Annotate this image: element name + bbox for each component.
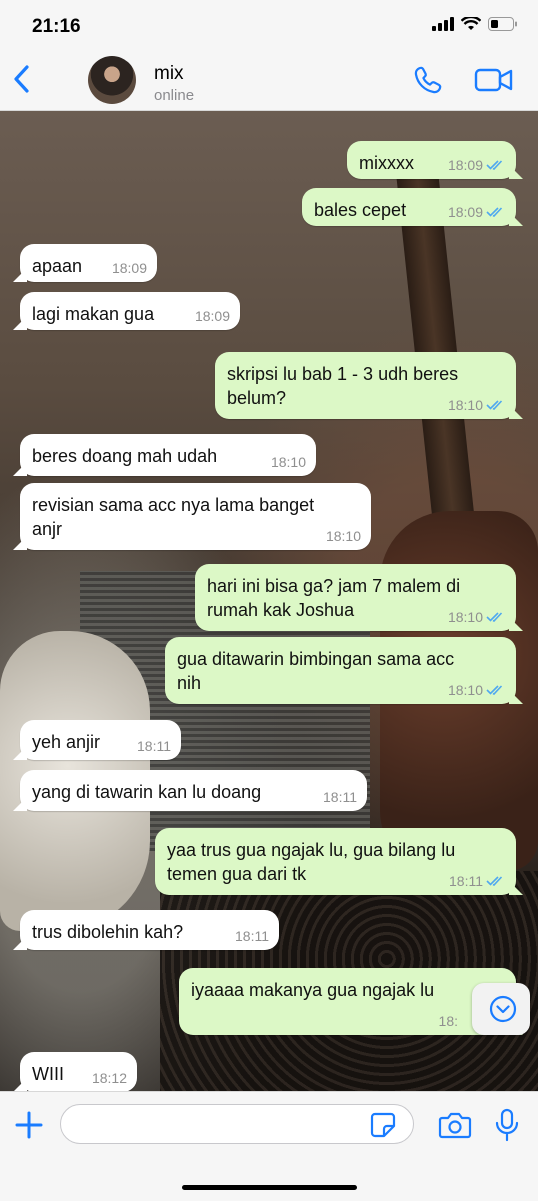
- status-time: 21:16: [32, 16, 81, 37]
- message-text: revisian sama acc nya lama banget anjr: [32, 495, 315, 539]
- message-meta: 18:09: [195, 308, 230, 324]
- message-input-bar: [0, 1091, 538, 1201]
- message-text: apaan: [32, 256, 83, 276]
- battery-icon: [488, 17, 517, 31]
- message-bubble[interactable]: yaa trus gua ngajak lu, gua bilang lu tem…: [155, 828, 516, 895]
- plus-icon[interactable]: [14, 1110, 44, 1140]
- message-time: 18:09: [447, 204, 483, 220]
- message-bubble[interactable]: iyaaaa makanya gua ngajak lu 18:: [179, 968, 516, 1035]
- message-time: 18:10: [325, 528, 361, 544]
- message-text: yang di tawarin kan lu doang: [32, 782, 262, 802]
- message-time: 18:10: [270, 454, 306, 470]
- message-text: yeh anjir: [32, 732, 101, 752]
- double-check-icon: [486, 685, 503, 695]
- message-bubble[interactable]: trus dibolehin kah? 18:11: [20, 910, 279, 950]
- message-bubble[interactable]: revisian sama acc nya lama banget anjr 18…: [20, 483, 371, 550]
- signal-icon: [432, 17, 454, 31]
- message-text: mixxxx: [359, 153, 414, 173]
- message-text: beres doang mah udah: [32, 446, 218, 466]
- message-text: WIII: [32, 1064, 64, 1084]
- message-text: bales cepet: [314, 200, 407, 220]
- message-meta: 18:: [439, 1013, 458, 1029]
- message-meta: 18:11: [449, 873, 506, 889]
- home-indicator: [182, 1185, 357, 1190]
- message-bubble[interactable]: apaan 18:09: [20, 244, 157, 282]
- message-meta: 18:10: [448, 609, 506, 625]
- wifi-icon: [461, 17, 481, 30]
- message-bubble[interactable]: WIII 18:12: [20, 1052, 137, 1091]
- double-check-icon: [486, 612, 503, 622]
- microphone-icon[interactable]: [494, 1108, 520, 1142]
- message-bubble[interactable]: yang di tawarin kan lu doang 18:11: [20, 770, 367, 811]
- message-bubble[interactable]: yeh anjir 18:11: [20, 720, 181, 760]
- double-check-icon: [486, 207, 503, 217]
- message-text: iyaaaa makanya gua ngajak lu: [191, 980, 435, 1000]
- status-icons: [432, 17, 518, 31]
- message-input[interactable]: [60, 1104, 414, 1144]
- message-meta: 18:12: [92, 1070, 127, 1086]
- avatar[interactable]: [88, 56, 136, 104]
- phone-icon[interactable]: [412, 64, 444, 96]
- message-bubble[interactable]: skripsi lu bab 1 - 3 udh beres belum? 18:…: [215, 352, 516, 419]
- message-meta: 18:09: [112, 260, 147, 276]
- message-bubble[interactable]: beres doang mah udah 18:10: [20, 434, 316, 476]
- message-time: 18:09: [447, 157, 483, 173]
- chat-area[interactable]: mixxxx 18:09 bales cepet 18:09 apaan 18:…: [0, 111, 538, 1091]
- sticker-icon[interactable]: [370, 1112, 396, 1138]
- message-text: hari ini bisa ga? jam 7 malem di rumah ka…: [207, 576, 461, 620]
- message-text: trus dibolehin kah?: [32, 922, 184, 942]
- message-time: 18:10: [447, 397, 483, 413]
- message-text: lagi makan gua: [32, 304, 155, 324]
- message-time: 18:12: [91, 1070, 127, 1086]
- message-text: skripsi lu bab 1 - 3 udh beres belum?: [227, 364, 459, 408]
- message-meta: 18:11: [235, 928, 269, 944]
- message-bubble[interactable]: gua ditawarin bimbingan sama acc nih 18:1…: [165, 637, 516, 704]
- message-time: 18:09: [194, 308, 230, 324]
- message-time: 18:11: [323, 789, 357, 805]
- double-check-icon: [486, 400, 503, 410]
- message-bubble[interactable]: hari ini bisa ga? jam 7 malem di rumah ka…: [195, 564, 516, 631]
- message-time: 18:11: [137, 738, 171, 754]
- message-bubble[interactable]: lagi makan gua 18:09: [20, 292, 240, 330]
- double-check-icon: [486, 876, 503, 886]
- message-meta: 18:11: [137, 738, 171, 754]
- chevron-down-circle-icon: [489, 995, 517, 1023]
- message-time: 18:09: [111, 260, 147, 276]
- message-meta: 18:09: [448, 157, 506, 173]
- video-camera-icon[interactable]: [474, 66, 514, 94]
- scroll-down-button[interactable]: [472, 983, 530, 1035]
- chat-header: mix online: [0, 50, 538, 111]
- message-meta: 18:10: [448, 682, 506, 698]
- message-time: 18:11: [449, 873, 483, 889]
- status-bar: 21:16: [0, 0, 538, 50]
- chevron-left-icon[interactable]: [8, 62, 38, 96]
- message-bubble[interactable]: bales cepet 18:09: [302, 188, 516, 226]
- contact-status: online: [154, 87, 195, 104]
- message-meta: 18:11: [323, 789, 357, 805]
- message-meta: 18:09: [448, 204, 506, 220]
- message-bubble[interactable]: mixxxx 18:09: [347, 141, 516, 179]
- contact-name[interactable]: mix: [154, 63, 184, 85]
- camera-icon[interactable]: [438, 1110, 472, 1140]
- message-time: 18:10: [447, 682, 483, 698]
- double-check-icon: [486, 160, 503, 170]
- message-time: 18:10: [447, 609, 483, 625]
- message-meta: 18:10: [448, 397, 506, 413]
- message-text: yaa trus gua ngajak lu, gua bilang lu tem…: [167, 840, 456, 884]
- message-text: gua ditawarin bimbingan sama acc nih: [177, 649, 455, 693]
- message-meta: 18:10: [326, 528, 361, 544]
- message-meta: 18:10: [271, 454, 306, 470]
- message-time: 18:: [438, 1013, 458, 1029]
- message-time: 18:11: [235, 928, 269, 944]
